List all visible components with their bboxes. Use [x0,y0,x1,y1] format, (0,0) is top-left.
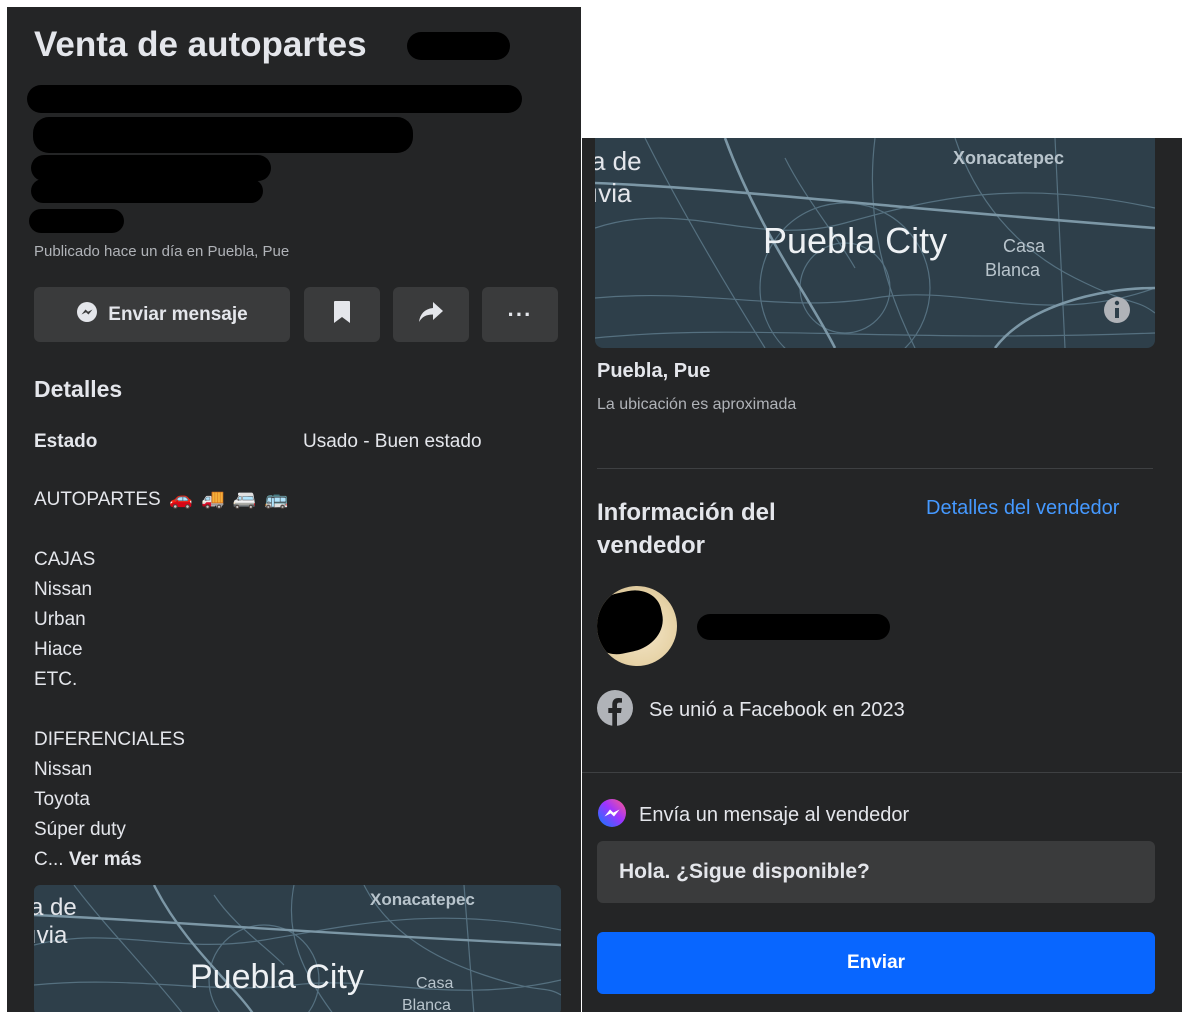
location-map[interactable]: a de ıvia Xonacatepec Puebla City Casa B… [34,885,561,1012]
map-info-icon[interactable] [1104,297,1130,323]
more-options-button[interactable]: ··· [482,287,558,342]
redaction-title-6 [29,209,124,233]
divider [597,468,1153,469]
seller-name-redaction [697,614,890,640]
send-message-prompt: Envía un mensaje al vendedor [639,804,910,826]
desc-truncated: C... [34,849,64,870]
facebook-icon [597,690,633,731]
map-place-xonacatepec: Xonacatepec [370,890,475,909]
seller-joined-row: Se unió a Facebook en 2023 [597,690,905,731]
seller-avatar[interactable] [597,586,677,666]
details-heading: Detalles [34,376,123,402]
listing-panel: Venta de autopartes Publicado hace un dí… [7,7,581,1012]
listing-title: Venta de autopartes [34,25,367,65]
redaction-title-2 [27,85,522,113]
share-icon [418,301,444,328]
seller-info-heading: Información del vendedor [597,499,776,559]
avatar-redaction [597,586,669,659]
map-graphic-large: a de ıvia Xonacatepec Puebla City Casa B… [595,138,1155,348]
send-message-label: Enviar mensaje [108,303,248,325]
listing-description: AUTOPARTES 🚗 🚚 🚐 🚌 CAJAS Nissan Urban Hi… [34,485,554,875]
map-large-edge-label-1: a de [595,146,642,176]
desc-line: CAJAS [34,549,96,570]
map-place-casa: Casa [416,975,453,992]
map-large-place-casa: Casa [1003,236,1046,256]
condition-label: Estado [34,431,98,452]
location-name: Puebla, Pue [597,360,711,382]
desc-line: ETC. [34,669,78,690]
desc-line: Toyota [34,789,90,810]
seller-joined-text: Se unió a Facebook en 2023 [649,699,905,721]
divider [582,772,1182,773]
messenger-icon [76,301,98,329]
more-icon: ··· [507,301,533,327]
message-input[interactable] [597,841,1155,903]
redaction-title-3 [33,117,413,153]
location-note: La ubicación es aproximada [597,396,797,413]
location-map-large[interactable]: a de ıvia Xonacatepec Puebla City Casa B… [595,138,1155,348]
car-icon: 🚗 [168,489,193,510]
desc-line: Urban [34,609,86,630]
map-large-place-blanca: Blanca [985,260,1041,280]
condition-value: Usado - Buen estado [303,431,482,452]
truck-icon: 🚚 [200,489,225,510]
seller-details-link[interactable]: Detalles del vendedor [926,497,1119,520]
redaction-title-1 [407,32,510,60]
bus-icon: 🚌 [264,489,289,510]
map-large-edge-label-2: ıvia [595,178,632,208]
map-edge-label-2: ıvia [34,922,68,949]
listing-title-text: Venta de autopartes [34,25,367,64]
desc-line: Hiace [34,639,83,660]
redaction-title-4 [31,155,271,181]
map-large-place-xonacatepec: Xonacatepec [953,148,1064,168]
van-icon: 🚐 [232,489,257,510]
map-place-blanca: Blanca [402,997,451,1012]
posted-info: Publicado hace un día en Puebla, Pue [34,243,290,260]
redaction-title-5 [31,179,263,203]
messenger-icon [597,798,627,833]
share-button[interactable] [393,287,469,342]
send-message-prompt-row: Envía un mensaje al vendedor [597,798,909,833]
desc-line: DIFERENCIALES [34,729,185,750]
desc-line: Súper duty [34,819,126,840]
desc-line: Nissan [34,759,93,780]
see-more-link[interactable]: Ver más [69,849,142,870]
save-button[interactable] [304,287,380,342]
map-city-label: Puebla City [190,958,364,996]
send-button[interactable]: Enviar [597,932,1155,994]
map-edge-label-1: a de [34,894,77,921]
map-large-city-label: Puebla City [763,220,947,261]
bookmark-icon [332,300,352,329]
seller-panel: a de ıvia Xonacatepec Puebla City Casa B… [582,138,1182,1012]
map-graphic: a de ıvia Xonacatepec Puebla City Casa B… [34,885,561,1012]
desc-line: Nissan [34,579,93,600]
send-message-button[interactable]: Enviar mensaje [34,287,290,342]
desc-line-autopartes: AUTOPARTES [34,489,161,511]
